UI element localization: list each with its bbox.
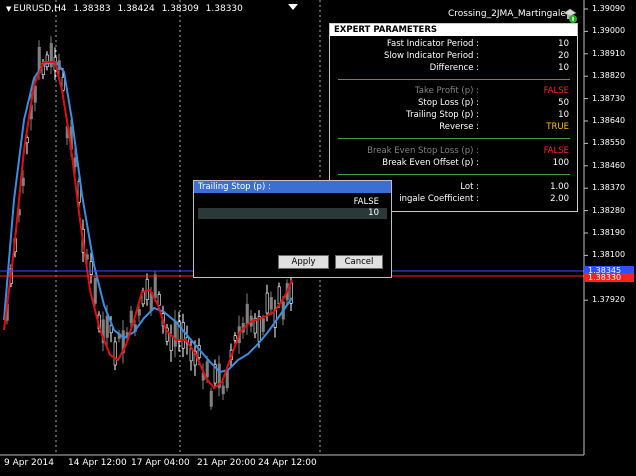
param-value: 10 xyxy=(558,110,569,120)
high-price: 1.38424 xyxy=(117,4,155,14)
candle-body xyxy=(129,310,133,324)
param-value: 50 xyxy=(558,98,569,108)
date-axis-label: 21 Apr 20:00 xyxy=(197,458,256,468)
param-row-reverse[interactable]: Reverse : TRUE xyxy=(330,121,577,133)
param-value: 100 xyxy=(552,158,569,168)
candle-body xyxy=(221,385,225,395)
param-row-difference[interactable]: Difference : 10 xyxy=(330,62,577,74)
param-label: Slow Indicator Period : xyxy=(384,51,479,61)
param-value: FALSE xyxy=(543,86,569,96)
candle-body xyxy=(73,157,77,168)
param-row-break-even-offset[interactable]: Break Even Offset (p) : 100 xyxy=(330,157,577,169)
candle-body xyxy=(181,322,185,349)
price-axis-label: 1.38730 xyxy=(592,93,626,103)
candle-body xyxy=(245,303,249,325)
price-axis-label: 1.38820 xyxy=(592,71,626,81)
param-label: Reverse : xyxy=(439,122,479,132)
candle-body xyxy=(169,335,173,351)
param-value: 1.00 xyxy=(550,182,569,192)
panel-title: EXPERT PARAMETERS xyxy=(330,24,577,36)
dropdown-triangle-icon: ▼ xyxy=(6,5,12,13)
separator xyxy=(338,79,570,80)
dialog-title: Trailing Stop (p) : xyxy=(194,181,391,193)
price-axis-label: 1.38190 xyxy=(592,228,626,237)
param-row-stop-loss[interactable]: Stop Loss (p) : 50 xyxy=(330,97,577,109)
param-label: Stop Loss (p) : xyxy=(418,98,479,108)
date-axis-label: 24 Apr 12:00 xyxy=(258,458,317,468)
candle-body xyxy=(105,315,109,338)
low-price: 1.38309 xyxy=(161,4,199,14)
param-label: Difference : xyxy=(429,63,479,73)
param-value: TRUE xyxy=(546,122,569,132)
param-label: Break Even Offset (p) : xyxy=(382,158,479,168)
trailing-stop-input[interactable]: 10 xyxy=(198,208,387,219)
symbol-info: ▼ EURUSD,H4 1.38383 1.38424 1.38309 1.383… xyxy=(6,4,243,14)
param-value: 20 xyxy=(558,51,569,61)
param-label: Take Profit (p) : xyxy=(414,86,479,96)
chart-shift-icon[interactable] xyxy=(288,4,298,10)
candle-body xyxy=(21,177,25,186)
price-axis-label: 1.38460 xyxy=(592,160,626,170)
close-price: 1.38330 xyxy=(205,4,243,14)
option-false[interactable]: FALSE xyxy=(198,197,387,207)
axis-ticks xyxy=(584,8,588,301)
candle-body xyxy=(45,54,49,67)
param-row-slow-period[interactable]: Slow Indicator Period : 20 xyxy=(330,50,577,62)
expert-name: Crossing_2JMA_Martingale xyxy=(448,9,566,19)
price-axis-label: 1.37920 xyxy=(592,295,626,305)
param-value: 10 xyxy=(558,39,569,49)
trailing-stop-dialog: Trailing Stop (p) : FALSE 10 Apply Cance… xyxy=(193,180,392,278)
price-axis-label: 1.38370 xyxy=(592,183,626,193)
date-axis-label: 9 Apr 2014 xyxy=(4,458,54,468)
date-axis-label: 17 Apr 04:00 xyxy=(131,458,190,468)
param-row-fast-period[interactable]: Fast Indicator Period : 10 xyxy=(330,38,577,50)
param-row-take-profit[interactable]: Take Profit (p) : FALSE xyxy=(330,85,577,97)
price-axis-label: 1.38100 xyxy=(592,250,626,260)
param-label: ingale Coefficient : xyxy=(399,194,479,204)
symbol-name: EURUSD,H4 xyxy=(13,4,67,14)
price-axis-label: 1.39000 xyxy=(592,26,626,36)
param-value: FALSE xyxy=(543,146,569,156)
expert-hat-icon[interactable] xyxy=(562,6,578,24)
candle-body xyxy=(173,320,177,347)
apply-button[interactable]: Apply xyxy=(278,255,329,269)
separator xyxy=(338,138,570,139)
bid-price-badge: 1.38330 xyxy=(584,273,634,282)
price-axis-label: 1.39090 xyxy=(592,4,626,13)
date-axis-label: 14 Apr 12:00 xyxy=(68,458,127,468)
candle-body xyxy=(265,292,269,314)
param-label: Lot : xyxy=(460,182,479,192)
price-axis-label: 1.38910 xyxy=(592,48,626,58)
param-row-trailing-stop[interactable]: Trailing Stop (p) : 10 xyxy=(330,109,577,121)
price-axis-label: 1.38640 xyxy=(592,116,626,125)
candle-body xyxy=(233,335,237,341)
param-label: Break Even Stop Loss (p) : xyxy=(367,146,479,156)
candle-body xyxy=(89,261,93,275)
param-value: 10 xyxy=(558,63,569,73)
candle-body xyxy=(93,278,97,304)
candle-body xyxy=(157,294,161,306)
param-value: 2.00 xyxy=(550,194,569,204)
candle-body xyxy=(209,390,213,407)
param-row-break-even-sl[interactable]: Break Even Stop Loss (p) : FALSE xyxy=(330,145,577,157)
price-axis-label: 1.38550 xyxy=(592,138,626,148)
param-label: Fast Indicator Period : xyxy=(386,39,479,49)
open-price: 1.38383 xyxy=(73,4,111,14)
candle-body xyxy=(225,370,229,389)
candle-body xyxy=(137,309,141,316)
candle-body xyxy=(153,274,157,299)
option-false-label: FALSE xyxy=(353,197,379,207)
candle-body xyxy=(269,297,273,310)
candle-body xyxy=(277,286,281,305)
candle-body xyxy=(205,361,209,378)
candle-body xyxy=(113,341,117,366)
cancel-button[interactable]: Cancel xyxy=(335,255,383,269)
candle-body xyxy=(261,318,265,332)
price-axis-label: 1.38280 xyxy=(592,205,626,215)
separator xyxy=(338,174,570,175)
param-label: Trailing Stop (p) : xyxy=(406,110,479,120)
